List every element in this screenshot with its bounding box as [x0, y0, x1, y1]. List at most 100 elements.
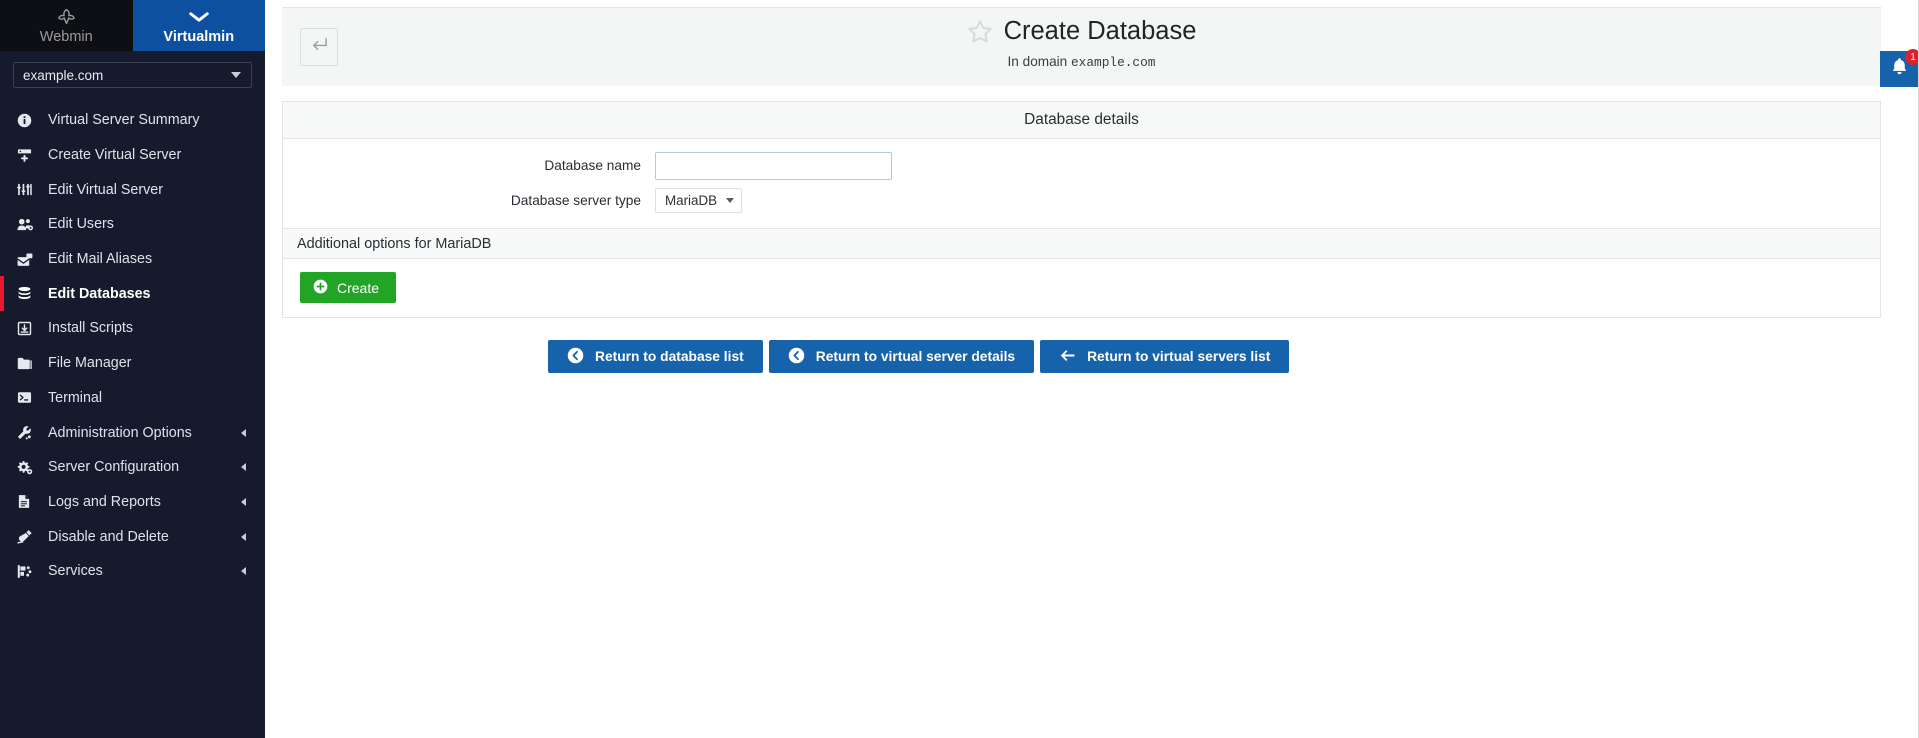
sidebar-item-logs-and-reports[interactable]: Logs and Reports	[0, 485, 265, 520]
domain-selector-wrap: example.com	[0, 51, 265, 97]
mail-stack-icon	[17, 250, 39, 268]
database-name-label: Database name	[544, 158, 641, 173]
database-icon	[17, 285, 39, 303]
file-lines-icon	[17, 493, 39, 511]
wrench-icon	[17, 424, 39, 442]
star-outline-icon[interactable]	[967, 19, 993, 44]
sidebar-item-label: Terminal	[48, 389, 103, 406]
page-subtitle: In domain example.com	[282, 54, 1881, 70]
page-subtitle-prefix: In domain	[1007, 53, 1068, 69]
form-row-database-name: Database name	[283, 148, 1880, 183]
webmin-logo-icon	[57, 6, 76, 26]
main-content: Create Database In domain example.com Da…	[265, 0, 1919, 738]
sidebar-item-services[interactable]: Services	[0, 554, 265, 589]
sidebar-item-label: Edit Databases	[48, 285, 151, 302]
sidebar-item-label: Edit Virtual Server	[48, 181, 163, 198]
button-label: Return to virtual server details	[815, 349, 1016, 364]
notification-count-badge: 1	[1905, 49, 1919, 65]
sidebar-item-label: Install Scripts	[48, 320, 134, 337]
chevron-right-icon	[241, 567, 246, 576]
sidebar-item-label: Edit Users	[48, 216, 114, 233]
users-gear-icon	[17, 215, 39, 233]
sidebar-nav-list: Virtual Server Summary Create Virtual Se…	[0, 103, 265, 589]
sidebar-item-edit-databases[interactable]: Edit Databases	[0, 276, 265, 311]
page-header: Create Database In domain example.com	[282, 7, 1881, 86]
return-to-database-list-button[interactable]: Return to database list	[548, 340, 763, 373]
notification-button[interactable]: 1	[1880, 49, 1919, 87]
database-server-type-label: Database server type	[510, 193, 641, 208]
caret-down-icon	[726, 198, 735, 203]
sidebar-item-edit-mail-aliases[interactable]: Edit Mail Aliases	[0, 242, 265, 277]
domain-selector[interactable]: example.com	[13, 62, 252, 88]
tab-webmin-label: Webmin	[39, 29, 93, 46]
create-button-label: Create	[337, 279, 380, 296]
database-details-panel: Database details Database name Database …	[282, 101, 1881, 318]
sidebar-item-administration-options[interactable]: Administration Options	[0, 415, 265, 450]
virtualmin-app: Webmin Virtualmin example.com Virtual Se…	[0, 0, 1919, 738]
sidebar-item-label: Create Virtual Server	[48, 147, 182, 164]
form-body: Database name Database server type Maria…	[283, 139, 1880, 228]
sidebar-item-edit-virtual-server[interactable]: Edit Virtual Server	[0, 172, 265, 207]
download-box-icon	[17, 319, 39, 337]
return-to-virtual-server-details-button[interactable]: Return to virtual server details	[768, 340, 1035, 373]
sidebar-item-label: Edit Mail Aliases	[48, 251, 153, 268]
sliders-icon	[17, 181, 39, 199]
panel-actions: Create	[283, 259, 1880, 317]
sidebar-item-label: Logs and Reports	[48, 493, 161, 510]
chevron-down-icon	[188, 6, 210, 26]
folder-icon	[17, 354, 39, 372]
database-name-input[interactable]	[655, 151, 892, 180]
sidebar-item-create-virtual-server[interactable]: Create Virtual Server	[0, 138, 265, 173]
bottom-navigation: Return to database list Return to virtua…	[548, 340, 1919, 373]
chevron-right-icon	[241, 532, 246, 541]
tab-virtualmin-label: Virtualmin	[163, 29, 235, 46]
chevron-right-icon	[241, 428, 246, 437]
return-to-virtual-servers-list-button[interactable]: Return to virtual servers list	[1040, 340, 1290, 373]
terminal-icon	[17, 389, 39, 407]
sidebar-item-edit-users[interactable]: Edit Users	[0, 207, 265, 242]
services-icon	[17, 562, 39, 580]
arrow-left-icon	[1059, 348, 1076, 366]
brand-tab-group: Webmin Virtualmin	[0, 0, 265, 51]
form-row-database-server-type: Database server type MariaDB	[283, 183, 1880, 218]
sidebar-item-label: Administration Options	[48, 424, 192, 441]
sidebar: Webmin Virtualmin example.com Virtual Se…	[0, 0, 265, 738]
page-title-text: Create Database	[1003, 17, 1197, 45]
database-server-type-field-wrap: MariaDB	[655, 188, 1880, 213]
sidebar-item-label: Disable and Delete	[48, 528, 169, 545]
button-label: Return to virtual servers list	[1087, 349, 1271, 364]
sidebar-item-server-configuration[interactable]: Server Configuration	[0, 450, 265, 485]
plus-circle-icon	[313, 279, 328, 297]
sidebar-item-install-scripts[interactable]: Install Scripts	[0, 311, 265, 346]
database-name-field-wrap	[655, 151, 1880, 180]
gears-icon	[17, 458, 39, 476]
sidebar-item-file-manager[interactable]: File Manager	[0, 346, 265, 381]
server-plus-icon	[17, 146, 39, 164]
sidebar-item-label: Server Configuration	[48, 459, 180, 476]
tab-virtualmin[interactable]: Virtualmin	[132, 0, 265, 51]
sidebar-item-label: File Manager	[48, 355, 132, 372]
page-header-center: Create Database In domain example.com	[282, 16, 1881, 70]
info-circle-icon	[17, 111, 39, 129]
additional-options-heading: Additional options for MariaDB	[283, 228, 1880, 259]
sidebar-item-label: Services	[48, 563, 103, 580]
create-button[interactable]: Create	[300, 272, 397, 303]
sidebar-item-virtual-server-summary[interactable]: Virtual Server Summary	[0, 103, 265, 138]
database-server-type-value: MariaDB	[665, 193, 718, 208]
domain-selector-value: example.com	[23, 67, 104, 83]
page-subtitle-domain: example.com	[1071, 54, 1156, 70]
arrow-circle-left-icon	[567, 347, 584, 367]
arrow-circle-left-icon	[788, 347, 805, 367]
chevron-right-icon	[241, 463, 246, 472]
database-server-type-select[interactable]: MariaDB	[655, 188, 743, 213]
page-title: Create Database	[967, 16, 1197, 47]
sidebar-item-terminal[interactable]: Terminal	[0, 381, 265, 416]
button-label: Return to database list	[595, 349, 744, 364]
caret-down-icon	[231, 72, 241, 78]
tab-webmin[interactable]: Webmin	[0, 0, 133, 51]
chevron-right-icon	[241, 497, 246, 506]
sidebar-item-disable-and-delete[interactable]: Disable and Delete	[0, 519, 265, 554]
panel-heading: Database details	[283, 102, 1880, 139]
sidebar-item-label: Virtual Server Summary	[48, 112, 200, 129]
plug-icon	[17, 528, 39, 546]
